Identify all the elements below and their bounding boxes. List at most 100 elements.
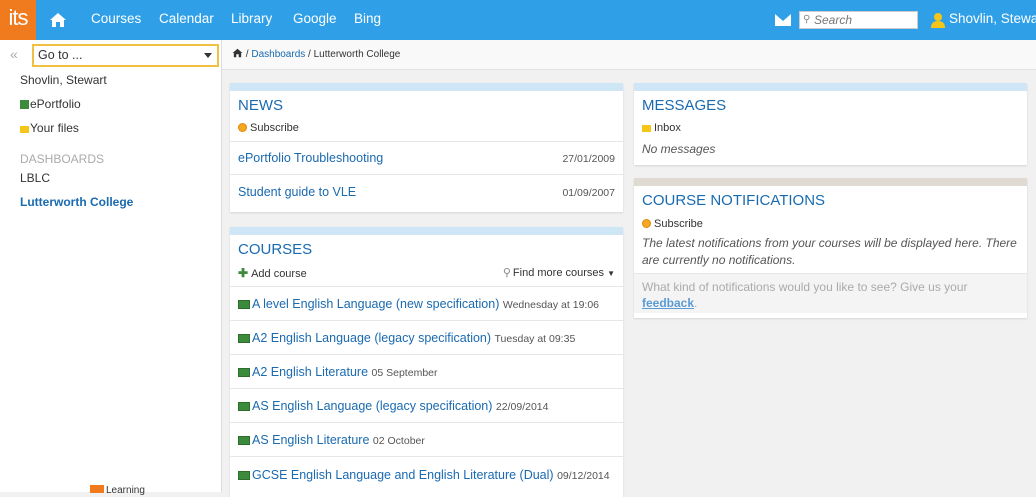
envelope-icon xyxy=(642,125,651,132)
collapse-sidebar-icon[interactable]: « xyxy=(10,46,18,62)
breadcrumb-bar: / Dashboards / Lutterworth College xyxy=(222,40,1036,70)
course-name: A2 English Literature xyxy=(252,365,369,379)
no-messages-text: No messages xyxy=(642,142,716,156)
course-icon xyxy=(238,471,250,480)
news-date: 27/01/2009 xyxy=(562,153,615,165)
goto-label: Go to ... xyxy=(38,48,83,62)
notifications-panel: COURSE NOTIFICATIONS Subscribe The lates… xyxy=(634,178,1027,318)
plus-icon: ✚ xyxy=(238,266,249,280)
course-link[interactable]: A2 English Language (legacy specificatio… xyxy=(238,331,575,345)
messages-title: MESSAGES xyxy=(642,97,727,114)
sidebar-item-eportfolio[interactable]: ePortfolio xyxy=(20,97,81,111)
sidebar-item-your-files[interactable]: Your files xyxy=(20,121,79,135)
breadcrumb-current: Lutterworth College xyxy=(313,49,401,60)
panel-stripe xyxy=(634,83,1027,91)
feedback-text: What kind of notifications would you lik… xyxy=(642,280,968,294)
course-name: A2 English Language (legacy specificatio… xyxy=(252,331,492,345)
inbox-label: Inbox xyxy=(654,122,681,134)
search-icon: ⚲ xyxy=(502,267,511,279)
news-link[interactable]: ePortfolio Troubleshooting xyxy=(238,151,383,165)
sidebar-user-name[interactable]: Shovlin, Stewart xyxy=(20,73,107,87)
find-more-label: Find more courses xyxy=(512,267,605,279)
home-button[interactable] xyxy=(36,0,80,40)
breadcrumb-dashboards[interactable]: Dashboards xyxy=(251,49,305,60)
subscribe-icon xyxy=(642,219,651,228)
news-link[interactable]: Student guide to VLE xyxy=(238,185,356,199)
inbox-link[interactable]: Inbox xyxy=(642,122,681,134)
eportfolio-icon xyxy=(20,100,29,109)
nav-library[interactable]: Library xyxy=(231,0,272,40)
notifications-title: COURSE NOTIFICATIONS xyxy=(642,192,826,209)
course-activity: 02 October xyxy=(372,435,425,447)
news-date: 01/09/2007 xyxy=(562,187,615,199)
nav-courses[interactable]: Courses xyxy=(91,0,141,40)
courses-title: COURSES xyxy=(238,241,313,258)
course-name: AS English Literature xyxy=(252,433,370,447)
sidebar-item-label: Your files xyxy=(30,121,79,135)
course-link[interactable]: GCSE English Language and English Litera… xyxy=(238,468,610,482)
course-activity: 05 September xyxy=(371,367,438,379)
course-activity: 22/09/2014 xyxy=(495,401,549,413)
search-placeholder: Search xyxy=(814,13,853,27)
news-title: NEWS xyxy=(238,97,283,114)
panel-stripe xyxy=(230,83,623,91)
list-item: Student guide to VLE 01/09/2007 xyxy=(230,174,623,207)
subscribe-label: Subscribe xyxy=(654,218,703,230)
course-link[interactable]: A level English Language (new specificat… xyxy=(238,297,599,311)
sidebar-item-lblc[interactable]: LBLC xyxy=(20,171,50,185)
subscribe-label: Subscribe xyxy=(250,122,299,134)
feedback-period: . xyxy=(694,296,698,310)
notifications-empty-text: The latest notifications from your cours… xyxy=(642,236,1017,267)
sidebar-item-lutterworth-college[interactable]: Lutterworth College xyxy=(20,195,133,209)
subscribe-icon xyxy=(238,123,247,132)
find-more-courses-button[interactable]: ⚲ Find more courses ▼ xyxy=(503,266,615,279)
courses-panel: COURSES ✚ Add course ⚲ Find more courses ▼… xyxy=(230,227,623,497)
panel-stripe xyxy=(230,227,623,235)
learning-label: Learning xyxy=(106,485,145,496)
messages-panel: MESSAGES Inbox No messages xyxy=(634,83,1027,165)
goto-select[interactable]: Go to ... xyxy=(32,44,219,67)
course-icon xyxy=(238,334,250,343)
nav-bing[interactable]: Bing xyxy=(354,0,381,40)
course-link[interactable]: AS English Language (legacy specificatio… xyxy=(238,399,548,413)
list-item: ePortfolio Troubleshooting 27/01/2009 xyxy=(230,141,623,174)
course-link[interactable]: AS English Literature 02 October xyxy=(238,433,425,447)
learning-logo: Learning xyxy=(90,485,145,496)
course-link[interactable]: A2 English Literature 05 September xyxy=(238,365,438,379)
nav-google[interactable]: Google xyxy=(293,0,337,40)
chevron-down-icon: ▼ xyxy=(607,269,615,278)
table-row: AS English Language (legacy specificatio… xyxy=(230,388,623,422)
folder-icon xyxy=(20,126,29,133)
home-icon[interactable] xyxy=(232,48,243,58)
breadcrumb: / Dashboards / Lutterworth College xyxy=(232,48,400,60)
table-row: AS English Literature 02 October xyxy=(230,422,623,456)
course-icon xyxy=(238,368,250,377)
nav-calendar[interactable]: Calendar xyxy=(159,0,214,40)
search-icon: ⚲ xyxy=(803,14,811,25)
course-name: A level English Language (new specificat… xyxy=(252,297,500,311)
home-icon xyxy=(50,13,66,27)
news-panel: NEWS Subscribe ePortfolio Troubleshootin… xyxy=(230,83,623,212)
news-subscribe[interactable]: Subscribe xyxy=(238,122,299,134)
add-course-button[interactable]: ✚ Add course xyxy=(238,266,307,280)
search-input[interactable]: ⚲ Search xyxy=(799,11,918,29)
course-activity: 09/12/2014 xyxy=(557,470,610,482)
user-icon[interactable] xyxy=(931,12,945,28)
user-menu[interactable]: Shovlin, Stewart xyxy=(949,0,1036,38)
feedback-link[interactable]: feedback xyxy=(642,296,694,310)
course-icon xyxy=(238,300,250,309)
course-icon xyxy=(238,402,250,411)
course-activity: Tuesday at 09:35 xyxy=(494,333,576,345)
course-activity: Wednesday at 19:06 xyxy=(502,299,600,311)
mail-icon[interactable] xyxy=(775,14,791,26)
notifications-subscribe[interactable]: Subscribe xyxy=(642,218,703,230)
course-name: GCSE English Language and English Litera… xyxy=(252,468,554,482)
table-row: A2 English Language (legacy specificatio… xyxy=(230,320,623,354)
its-logo[interactable]: its xyxy=(0,0,36,40)
table-row: GCSE English Language and English Litera… xyxy=(230,456,623,490)
chevron-down-icon xyxy=(204,53,212,58)
course-name: AS English Language (legacy specificatio… xyxy=(252,399,493,413)
table-row: A2 English Literature 05 September xyxy=(230,354,623,388)
table-row: A level English Language (new specificat… xyxy=(230,286,623,320)
sidebar-item-label: ePortfolio xyxy=(30,97,81,111)
